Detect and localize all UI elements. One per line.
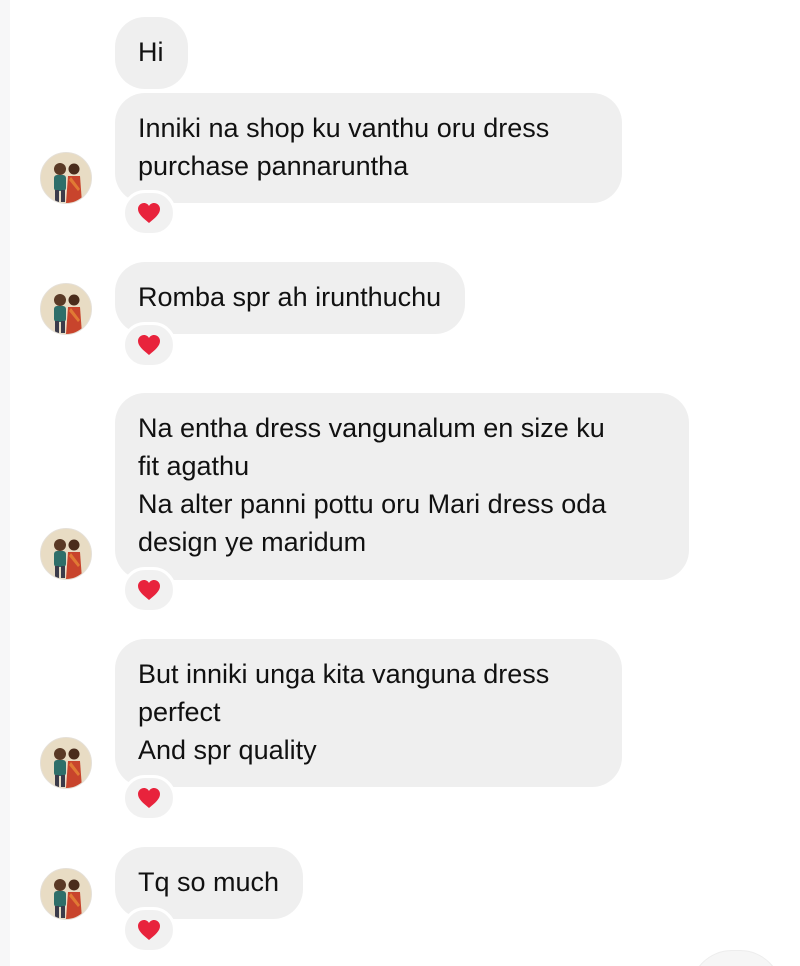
reaction-badge-3[interactable] [122,322,176,368]
sender-avatar[interactable] [40,528,92,580]
chat-thread: Hi Inniki na shop ku vanthu oru dress pu… [0,0,800,966]
message-5-line-2: perfect [138,697,221,727]
sender-avatar[interactable] [40,737,92,789]
message-2-line-1: Inniki na shop ku vanthu oru dress [138,113,550,143]
message-6-line-1: Tq so much [138,867,280,897]
message-bubble-5[interactable]: But inniki unga kita vanguna dress perfe… [115,639,622,787]
message-bubble-3[interactable]: Romba spr ah irunthuchu [115,262,466,334]
couple-avatar-icon [41,284,91,334]
message-bubble-1[interactable]: Hi [115,17,188,89]
left-edge [0,0,10,966]
sender-avatar[interactable] [40,283,92,335]
reaction-badge-2[interactable] [122,190,176,236]
sender-avatar[interactable] [40,152,92,204]
reaction-badge-6[interactable] [122,907,176,953]
heart-icon [138,788,160,808]
scroll-indicator[interactable] [690,950,782,966]
sender-avatar[interactable] [40,868,92,920]
reaction-badge-4[interactable] [122,567,176,613]
message-5-line-1: But inniki unga kita vanguna dress [138,659,550,689]
message-1-line-1: Hi [138,37,164,67]
heart-icon [138,335,160,355]
message-bubble-2[interactable]: Inniki na shop ku vanthu oru dress purch… [115,93,622,203]
message-3-line-1: Romba spr ah irunthuchu [138,282,442,312]
heart-icon [138,580,160,600]
message-4-line-2: fit agathu [138,451,250,481]
couple-avatar-icon [41,153,91,203]
couple-avatar-icon [41,529,91,579]
message-4-line-1: Na entha dress vangunalum en size ku [138,413,605,443]
message-bubble-4[interactable]: Na entha dress vangunalum en size ku fit… [115,393,689,580]
message-5-line-3: And spr quality [138,735,317,765]
heart-icon [138,920,160,940]
couple-avatar-icon [41,738,91,788]
message-4-line-4: design ye maridum [138,527,367,557]
heart-icon [138,203,160,223]
message-4-line-3: Na alter panni pottu oru Mari dress oda [138,489,607,519]
message-2-line-2: purchase pannaruntha [138,151,409,181]
couple-avatar-icon [41,869,91,919]
reaction-badge-5[interactable] [122,775,176,821]
